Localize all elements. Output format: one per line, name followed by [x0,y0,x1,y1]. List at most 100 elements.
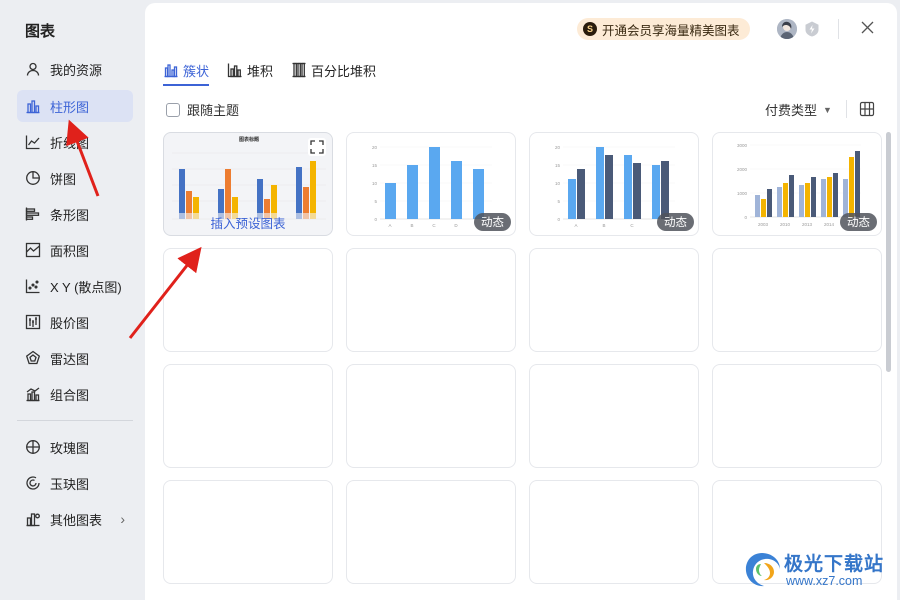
sidebar-item-bar-chart[interactable]: 柱形图 [17,90,133,122]
sidebar-item-line-chart[interactable]: 折线图 [17,126,133,158]
sidebar-item-rose-chart[interactable]: 玫瑰图 [17,431,133,463]
area-chart-icon [24,241,42,259]
insert-preset-chart-button[interactable]: 插入预设图表 [164,213,332,231]
avatar[interactable] [777,19,797,39]
sidebar-item-my-resources[interactable]: 我的资源 [17,53,133,85]
chart-template-card-placeholder[interactable] [163,248,333,352]
clustered-bar-icon [164,64,178,78]
chart-template-card-placeholder[interactable] [529,364,699,468]
pay-type-dropdown[interactable]: 付费类型 ▼ [765,100,832,119]
other-charts-icon [24,510,42,528]
line-chart-icon [24,133,42,151]
chart-template-card[interactable]: 20 15 10 5 0 A B C D 动态 [346,132,516,236]
dynamic-badge: 动态 [657,213,694,231]
stock-chart-icon [24,313,42,331]
svg-text:1000: 1000 [737,191,748,196]
svg-text:3000: 3000 [737,143,748,148]
radar-chart-icon [24,349,42,367]
chart-template-card-placeholder[interactable] [529,248,699,352]
dynamic-badge: 动态 [474,213,511,231]
follow-theme-checkbox[interactable]: 跟随主题 [166,100,239,119]
vertical-scrollbar[interactable] [886,132,891,372]
vip-text: 开通会员享海量精美图表 [602,23,740,38]
sidebar-divider [17,420,133,421]
sidebar-title: 图表 [25,23,56,40]
close-icon [861,21,874,37]
chart-template-card[interactable]: 3000 2000 1000 0 2003 2010 2013 2014 动态 [712,132,882,236]
chart-template-card[interactable]: 20 15 10 5 0 A B C 动态 [529,132,699,236]
tab-percent-stacked[interactable]: 百分比堆积 [291,59,376,81]
chart-template-card-placeholder[interactable] [712,248,882,352]
thumb-bars [179,161,316,219]
svg-text:2014: 2014 [824,222,835,227]
sidebar-item-combo-chart[interactable]: 组合图 [17,378,133,410]
svg-text:C: C [432,223,436,228]
follow-theme-label: 跟随主题 [187,103,240,118]
sidebar-item-horizontal-bar[interactable]: 条形图 [17,198,133,230]
tab-stacked[interactable]: 堆积 [227,59,273,81]
vip-upgrade-button[interactable]: S 开通会员享海量精美图表 [577,18,750,40]
close-button[interactable] [857,19,877,39]
thumb-title: 图表标题 [239,136,260,143]
sidebar-item-label: 股价图 [50,315,90,331]
chart-subtype-tabs: 簇状 堆积 百分比堆积 [163,59,394,86]
scatter-chart-icon [24,277,42,295]
svg-text:C: C [630,223,634,228]
sidebar-item-area-chart[interactable]: 面积图 [17,234,133,266]
sidebar-item-pie-chart[interactable]: 饼图 [17,162,133,194]
chart-gallery-panel: S 开通会员享海量精美图表 簇状 堆积 百分比堆积 跟随主题 付费类型 ▼ 图表… [145,3,897,600]
svg-text:10: 10 [372,181,378,186]
chart-template-card-placeholder[interactable] [529,480,699,584]
svg-text:2000: 2000 [737,167,748,172]
sidebar-item-scatter-chart[interactable]: X Y (散点图) [17,270,133,302]
percent-stacked-bar-icon [292,62,306,78]
watermark-name: 极光下载站 [784,554,885,575]
svg-text:B: B [602,223,605,228]
svg-text:0: 0 [374,217,377,222]
svg-text:5: 5 [374,199,377,204]
watermark-url: www.xz7.com [786,574,863,588]
combo-chart-icon [24,385,42,403]
sidebar: 图表 我的资源 柱形图 折线图 饼图 条形图 面积图 X Y (散点图) 股价图… [0,0,145,600]
svg-text:B: B [410,223,413,228]
vip-crown-icon: S [583,22,597,36]
sidebar-item-label: 玫瑰图 [50,440,90,456]
expand-preview-button[interactable] [308,138,326,156]
tab-clustered[interactable]: 簇状 [163,59,210,86]
expand-icon [310,140,324,154]
svg-text:A: A [388,223,391,228]
sidebar-item-stock-chart[interactable]: 股价图 [17,306,133,338]
chart-template-grid: 图表标题 插入预设图表 20 15 10 5 0 A B C D 动态 20 1… [163,132,883,600]
sidebar-item-ring-chart[interactable]: 玉玦图 [17,467,133,499]
svg-text:2003: 2003 [758,222,769,227]
user-icon [24,60,42,78]
chevron-right-icon: › [120,511,125,527]
svg-text:0: 0 [557,217,560,222]
svg-text:20: 20 [555,145,561,150]
chart-template-card-placeholder[interactable] [712,364,882,468]
sidebar-item-label: 饼图 [50,171,77,187]
chart-template-card[interactable]: 图表标题 插入预设图表 [163,132,333,236]
sidebar-item-other-charts[interactable]: 其他图表 › [17,503,133,535]
svg-text:10: 10 [555,181,561,186]
filter-divider [846,100,847,118]
sidebar-item-radar-chart[interactable]: 雷达图 [17,342,133,374]
chart-template-card-placeholder[interactable] [163,364,333,468]
watermark-swirl-icon [745,553,780,587]
sidebar-item-label: 组合图 [50,387,90,403]
chart-template-card-placeholder[interactable] [163,480,333,584]
grid-view-button[interactable] [859,101,875,117]
member-badge-icon[interactable] [803,20,821,38]
pie-chart-icon [24,169,42,187]
svg-text:15: 15 [555,163,561,168]
checkbox-box[interactable] [166,102,180,117]
sidebar-item-label: X Y (散点图) [50,279,122,295]
sidebar-item-label: 柱形图 [50,99,90,115]
sidebar-item-label: 其他图表 [50,512,103,528]
chart-template-card-placeholder[interactable] [346,364,516,468]
watermark-logo: 极光下载站 www.xz7.com [740,545,895,597]
chart-template-card-placeholder[interactable] [346,248,516,352]
chart-template-card-placeholder[interactable] [346,480,516,584]
grid-view-icon [859,101,875,117]
sidebar-item-label: 玉玦图 [50,476,90,492]
